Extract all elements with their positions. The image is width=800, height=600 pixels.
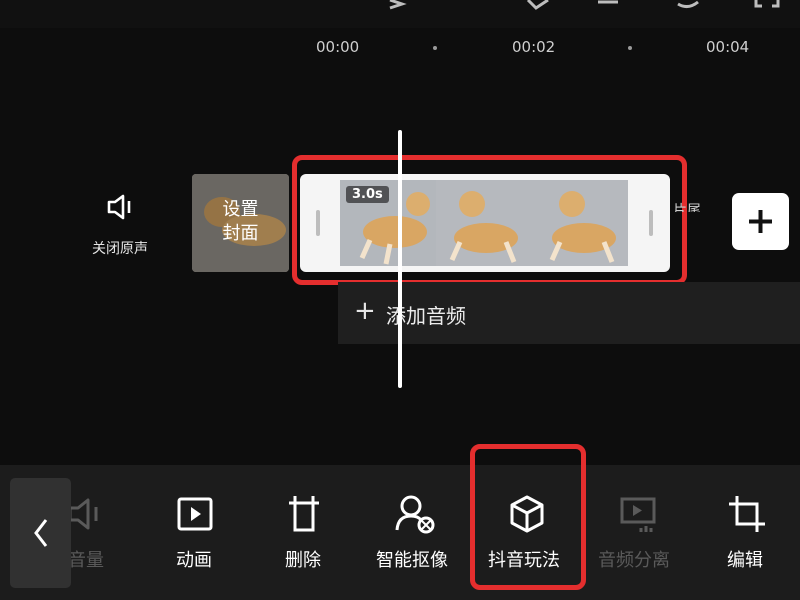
keyframe-icon[interactable]	[526, 0, 550, 10]
set-cover-button[interactable]: 设置 封面	[192, 174, 289, 272]
set-cover-label: 设置 封面	[222, 199, 259, 244]
ruler-time-4: 00:04	[706, 38, 750, 56]
smart-cutout-icon[interactable]	[394, 494, 438, 534]
ruler-dot	[433, 46, 437, 50]
back-button[interactable]	[10, 478, 71, 588]
clip-highlight-box	[292, 155, 687, 285]
delete-icon[interactable]	[285, 494, 325, 534]
tool-animation-label[interactable]: 动画	[176, 546, 212, 572]
add-clip-button[interactable]	[732, 193, 789, 250]
ruler-dot	[628, 46, 632, 50]
add-audio-plus-icon: +	[354, 296, 376, 326]
fullscreen-icon[interactable]	[754, 0, 780, 10]
mute-original-sound-label[interactable]: 关闭原声	[92, 238, 148, 258]
plus-icon	[749, 210, 772, 233]
ruler-time-2: 00:02	[512, 38, 556, 56]
volume-icon	[68, 498, 98, 530]
playhead[interactable]	[398, 130, 402, 388]
tool-edit-label[interactable]: 编辑	[727, 546, 763, 572]
ruler-time-0: 00:00	[316, 38, 360, 56]
chevron-left-icon	[34, 519, 48, 547]
play-icon[interactable]	[388, 0, 408, 10]
undo-icon[interactable]	[596, 0, 620, 10]
tool-highlight-box	[470, 444, 586, 590]
redo-icon[interactable]	[676, 0, 700, 10]
animation-play-icon[interactable]	[176, 494, 216, 534]
speaker-icon[interactable]	[106, 192, 140, 222]
tool-audio-separate-label: 音频分离	[598, 550, 670, 571]
audio-separate-icon	[620, 497, 656, 532]
tool-smart-cutout-label[interactable]: 智能抠像	[376, 546, 448, 572]
top-toolbar-strip	[0, 0, 800, 28]
crop-edit-icon[interactable]	[727, 494, 767, 534]
tool-delete-label[interactable]: 删除	[285, 546, 321, 572]
tool-volume-label[interactable]: 音量	[68, 546, 104, 572]
